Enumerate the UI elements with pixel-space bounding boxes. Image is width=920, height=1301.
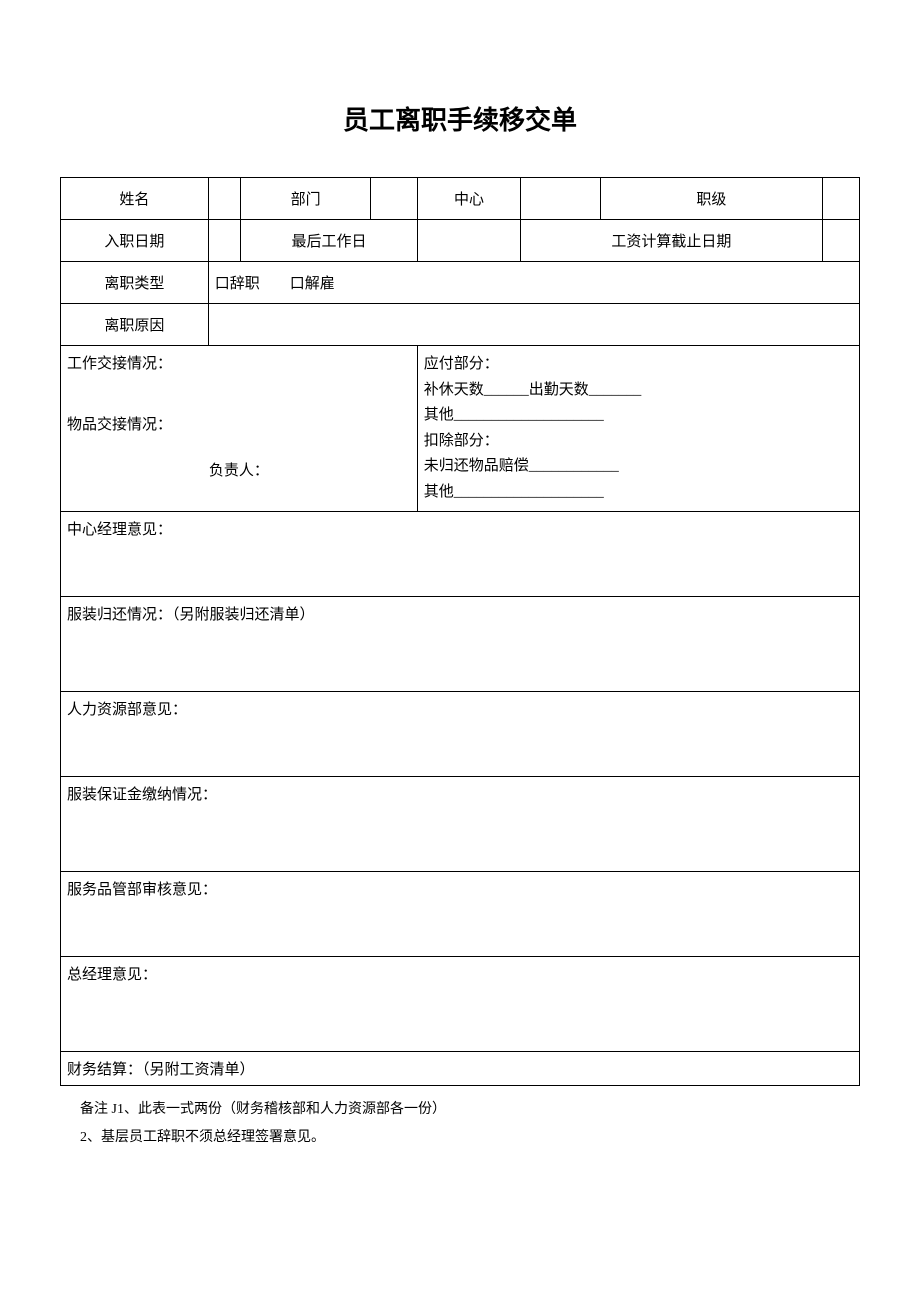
salary-cutoff-label: 工资计算截止日期 bbox=[521, 220, 822, 262]
reason-value[interactable] bbox=[208, 304, 859, 346]
name-label: 姓名 bbox=[61, 178, 209, 220]
center-label: 中心 bbox=[417, 178, 520, 220]
clothing-return[interactable]: 服装归还情况：（另附服装归还清单） bbox=[61, 597, 860, 692]
responsible-label: 负责人： bbox=[67, 459, 411, 480]
note-2: 2、基层员工辞职不须总经理签署意见。 bbox=[80, 1124, 860, 1152]
row-identity: 姓名 部门 中心 职级 bbox=[61, 178, 860, 220]
handover-right[interactable]: 应付部分： 补休天数______出勤天数_______ 其他__________… bbox=[417, 346, 859, 512]
other2[interactable]: 其他____________________ bbox=[424, 480, 853, 506]
handover-left[interactable]: 工作交接情况： 物品交接情况： 负责人： bbox=[61, 346, 418, 512]
item-handover-label: 物品交接情况： bbox=[67, 413, 411, 434]
row-reason: 离职原因 bbox=[61, 304, 860, 346]
row-handover: 工作交接情况： 物品交接情况： 负责人： 应付部分： 补休天数______出勤天… bbox=[61, 346, 860, 512]
dept-label: 部门 bbox=[241, 178, 371, 220]
entry-date-value[interactable] bbox=[208, 220, 241, 262]
document-title: 员工离职手续移交单 bbox=[60, 100, 860, 137]
note-1: 备注 J1、此表一式两份（财务稽核部和人力资源部各一份） bbox=[80, 1096, 860, 1124]
service-qc-opinion[interactable]: 服务品管部审核意见： bbox=[61, 872, 860, 957]
row-dates: 入职日期 最后工作日 工资计算截止日期 bbox=[61, 220, 860, 262]
center-value[interactable] bbox=[521, 178, 601, 220]
hr-opinion[interactable]: 人力资源部意见： bbox=[61, 692, 860, 777]
form-table: 姓名 部门 中心 职级 入职日期 最后工作日 工资计算截止日期 离职类型 口辞职… bbox=[60, 177, 860, 1086]
type-label: 离职类型 bbox=[61, 262, 209, 304]
center-manager-opinion[interactable]: 中心经理意见： bbox=[61, 512, 860, 597]
notes-section: 备注 J1、此表一式两份（财务稽核部和人力资源部各一份） 2、基层员工辞职不须总… bbox=[60, 1096, 860, 1152]
rank-label: 职级 bbox=[601, 178, 822, 220]
type-options[interactable]: 口辞职 口解雇 bbox=[208, 262, 859, 304]
salary-cutoff-value[interactable] bbox=[822, 220, 860, 262]
rank-value[interactable] bbox=[822, 178, 860, 220]
name-value[interactable] bbox=[208, 178, 241, 220]
clothing-deposit[interactable]: 服装保证金缴纳情况： bbox=[61, 777, 860, 872]
option-resign[interactable]: 口辞职 bbox=[215, 272, 260, 293]
comp-days[interactable]: 补休天数______出勤天数_______ bbox=[424, 378, 853, 404]
dept-value[interactable] bbox=[370, 178, 417, 220]
finance-settlement[interactable]: 财务结算：（另附工资清单） bbox=[61, 1052, 860, 1086]
work-handover-label: 工作交接情况： bbox=[67, 352, 411, 373]
reason-label: 离职原因 bbox=[61, 304, 209, 346]
option-dismiss[interactable]: 口解雇 bbox=[290, 272, 335, 293]
other1[interactable]: 其他____________________ bbox=[424, 403, 853, 429]
payable-label: 应付部分： bbox=[424, 352, 853, 378]
unreturned[interactable]: 未归还物品赔偿____________ bbox=[424, 454, 853, 480]
gm-opinion[interactable]: 总经理意见： bbox=[61, 957, 860, 1052]
last-day-label: 最后工作日 bbox=[241, 220, 417, 262]
deduct-label: 扣除部分： bbox=[424, 429, 853, 455]
entry-date-label: 入职日期 bbox=[61, 220, 209, 262]
row-type: 离职类型 口辞职 口解雇 bbox=[61, 262, 860, 304]
last-day-value[interactable] bbox=[417, 220, 520, 262]
